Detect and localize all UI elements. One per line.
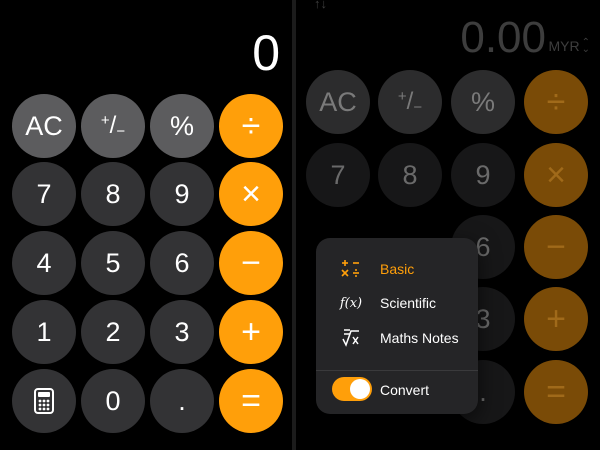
currency-selector[interactable]: MYR ⌃ ⌄ bbox=[548, 37, 590, 55]
all-clear-button[interactable]: AC bbox=[12, 94, 76, 158]
percent-button[interactable]: % bbox=[451, 70, 515, 134]
equals-button[interactable]: = bbox=[219, 369, 283, 433]
decimal-button[interactable]: . bbox=[150, 369, 214, 433]
plus-minus-button[interactable]: + / − bbox=[81, 94, 145, 158]
digit-5-button[interactable]: 5 bbox=[81, 231, 145, 295]
chevron-updown-icon: ⌃ ⌄ bbox=[581, 37, 590, 55]
menu-label-basic: Basic bbox=[380, 261, 415, 277]
convert-display: 0.00 bbox=[460, 13, 546, 62]
swap-arrows-icon[interactable]: ↑↓ bbox=[314, 0, 327, 11]
divide-button[interactable]: ÷ bbox=[219, 94, 283, 158]
digit-6-button[interactable]: 6 bbox=[150, 231, 214, 295]
menu-item-basic[interactable]: Basic bbox=[316, 254, 478, 284]
plus-minus-plus: + bbox=[397, 87, 407, 105]
minus-button[interactable]: − bbox=[219, 231, 283, 295]
result-display: 0 bbox=[252, 25, 280, 81]
convert-toggle[interactable] bbox=[332, 377, 372, 401]
menu-label-scientific: Scientific bbox=[380, 295, 437, 311]
plus-minus-slash: / bbox=[406, 88, 414, 115]
percent-button[interactable]: % bbox=[150, 94, 214, 158]
digit-8-button[interactable]: 8 bbox=[378, 143, 442, 207]
convert-label: Convert bbox=[380, 382, 430, 398]
menu-item-scientific[interactable]: f(x) Scientific bbox=[316, 288, 478, 318]
calculator-convert-panel: ↑↓ 0.00 MYR ⌃ ⌄ AC + / − % ÷ 7 8 9 × 6 − 3 … bbox=[296, 0, 600, 450]
all-clear-button[interactable]: AC bbox=[306, 70, 370, 134]
digit-7-button[interactable]: 7 bbox=[12, 162, 76, 226]
mode-menu: Basic f(x) Scientific Maths Notes Conver… bbox=[316, 238, 478, 414]
basic-ops-icon bbox=[338, 259, 364, 280]
digit-7-button[interactable]: 7 bbox=[306, 143, 370, 207]
digit-3-button[interactable]: 3 bbox=[150, 300, 214, 364]
minus-button[interactable]: − bbox=[524, 215, 588, 279]
plus-button[interactable]: + bbox=[524, 287, 588, 351]
maths-notes-icon bbox=[338, 327, 364, 350]
menu-divider bbox=[316, 370, 478, 371]
menu-label-maths-notes: Maths Notes bbox=[380, 330, 459, 346]
equals-button[interactable]: = bbox=[524, 360, 588, 424]
plus-button[interactable]: + bbox=[219, 300, 283, 364]
plus-minus-slash: / bbox=[109, 112, 117, 139]
multiply-button[interactable]: × bbox=[524, 143, 588, 207]
digit-2-button[interactable]: 2 bbox=[81, 300, 145, 364]
function-icon: f(x) bbox=[339, 295, 363, 311]
digit-4-button[interactable]: 4 bbox=[12, 231, 76, 295]
calculator-mode-button[interactable] bbox=[12, 369, 76, 433]
currency-code: MYR bbox=[548, 38, 580, 54]
divide-button[interactable]: ÷ bbox=[524, 70, 588, 134]
plus-minus-minus: − bbox=[413, 98, 423, 116]
menu-item-maths-notes[interactable]: Maths Notes bbox=[316, 323, 478, 353]
digit-0-button[interactable]: 0 bbox=[81, 369, 145, 433]
digit-9-button[interactable]: 9 bbox=[451, 143, 515, 207]
plus-minus-plus: + bbox=[100, 111, 110, 129]
toggle-knob bbox=[350, 379, 370, 399]
calculator-basic-panel: 0 AC + / − % ÷ 7 8 9 × 4 5 6 − 1 2 3 + 0 .… bbox=[0, 0, 292, 450]
plus-minus-button[interactable]: + / − bbox=[378, 70, 442, 134]
digit-8-button[interactable]: 8 bbox=[81, 162, 145, 226]
multiply-button[interactable]: × bbox=[219, 162, 283, 226]
plus-minus-minus: − bbox=[116, 122, 126, 140]
digit-1-button[interactable]: 1 bbox=[12, 300, 76, 364]
calculator-icon bbox=[34, 388, 54, 414]
digit-9-button[interactable]: 9 bbox=[150, 162, 214, 226]
